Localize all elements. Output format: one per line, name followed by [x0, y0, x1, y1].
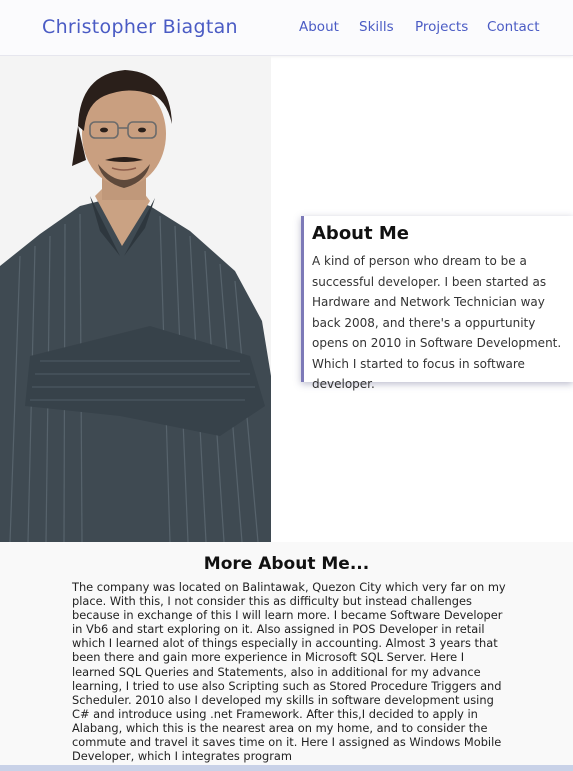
more-about-section: More About Me... The company was located… — [0, 542, 573, 771]
portrait-photo-icon — [0, 56, 271, 542]
profile-photo — [0, 56, 271, 542]
page-bottom-edge — [0, 765, 573, 771]
nav-link-about[interactable]: About — [299, 19, 339, 35]
brand-logo-text[interactable]: Christopher Biagtan — [42, 16, 238, 38]
navbar: Christopher Biagtan About Skills Project… — [0, 0, 573, 56]
about-me-text: A kind of person who dream to be a succe… — [312, 254, 562, 391]
nav-link-skills[interactable]: Skills — [359, 19, 394, 35]
about-me-heading: About Me — [312, 223, 409, 244]
nav-link-projects[interactable]: Projects — [415, 19, 468, 35]
more-about-text: The company was located on Balintawak, Q… — [72, 580, 506, 764]
nav-link-contact[interactable]: Contact — [487, 19, 540, 35]
about-me-card: About Me A kind of person who dream to b… — [301, 216, 573, 391]
more-about-heading: More About Me... — [203, 554, 370, 574]
